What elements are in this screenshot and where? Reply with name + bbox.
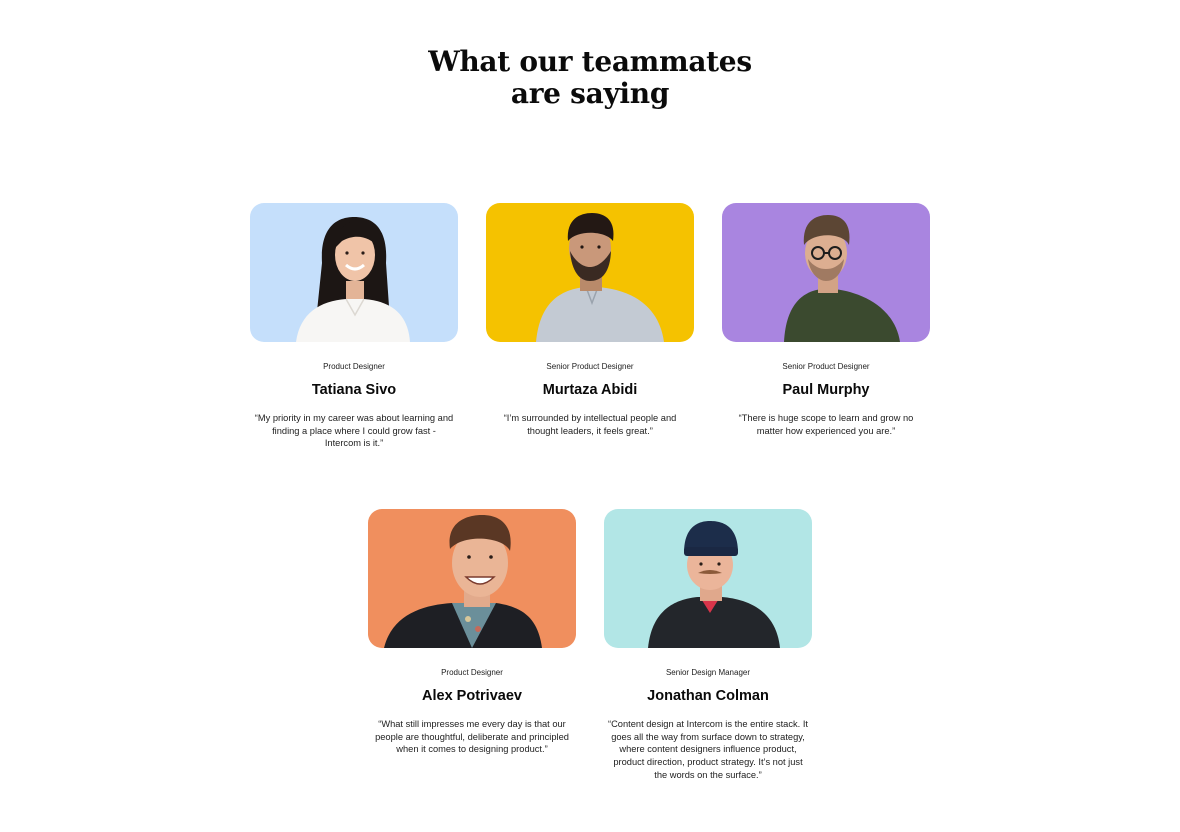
teammate-role: Product Designer: [441, 668, 503, 677]
teammate-role: Product Designer: [323, 362, 385, 371]
teammate-portrait-image: [604, 509, 812, 648]
teammate-quote: “There is huge scope to learn and grow n…: [738, 413, 914, 436]
teammate-role: Senior Design Manager: [665, 668, 751, 677]
teammate-photo: [722, 203, 930, 342]
teammate-portrait-image: [722, 203, 930, 342]
teammate-quote: “Content design at Intercom is the entir…: [608, 719, 808, 780]
teammate-portrait-image: [486, 203, 694, 342]
teammate-card-paul-murphy: Senior Product Designer Paul Murphy “The…: [722, 203, 930, 437]
teammate-portrait-image: [368, 509, 576, 648]
teammate-name: Paul Murphy: [782, 382, 870, 398]
teammate-name: Jonathan Colman: [647, 688, 769, 704]
teammate-photo: [368, 509, 576, 648]
teammate-name: Murtaza Abidi: [542, 382, 638, 398]
teammate-card-murtaza-abidi: Senior Product Designer Murtaza Abidi “I…: [486, 203, 694, 437]
teammate-role: Senior Product Designer: [546, 362, 634, 371]
teammate-quote: “My priority in my career was about lear…: [254, 413, 454, 449]
teammate-name: Tatiana Sivo: [311, 382, 397, 398]
teammate-quote: “What still impresses me every day is th…: [375, 719, 569, 755]
teammate-card-tatiana-sivo: Product Designer Tatiana Sivo “My priori…: [250, 203, 458, 450]
teammate-photo: [250, 203, 458, 342]
section-heading-line-1: What our teammates: [428, 45, 752, 78]
teammate-card-alex-potrivaev: Product Designer Alex Potrivaev “What st…: [368, 509, 576, 756]
teammate-quote: “I’m surrounded by intellectual people a…: [503, 413, 677, 436]
teammate-role: Senior Product Designer: [782, 362, 870, 371]
teammate-photo: [604, 509, 812, 648]
section-heading-line-2: are saying: [510, 77, 670, 110]
testimonials-section: What our teammates are saying Product De…: [0, 0, 1180, 832]
teammate-portrait-image: [250, 203, 458, 342]
teammate-card-jonathan-colman: Senior Design Manager Jonathan Colman “C…: [604, 509, 812, 782]
section-heading: What our teammates are saying: [0, 46, 1180, 110]
teammate-name: Alex Potrivaev: [422, 688, 522, 704]
teammate-photo: [486, 203, 694, 342]
